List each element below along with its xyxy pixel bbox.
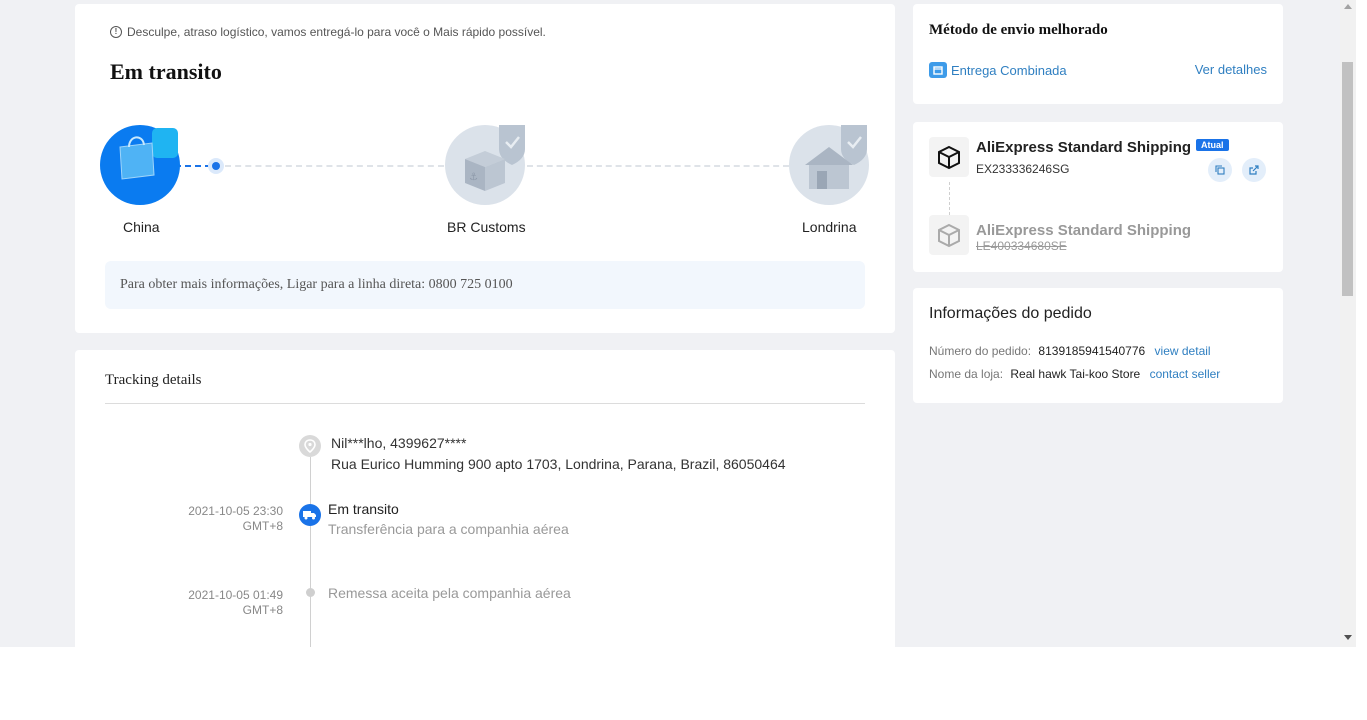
route-node-customs: ⚓	[445, 125, 525, 205]
store-label: Nome da loja:	[929, 367, 1004, 381]
svg-text:⚓: ⚓	[469, 172, 478, 183]
scrollbar-thumb[interactable]	[1342, 62, 1353, 296]
package-icon	[929, 137, 969, 177]
external-link-icon	[1249, 165, 1259, 175]
delay-notice-text: Desculpe, atraso logístico, vamos entreg…	[127, 25, 546, 39]
see-details-link[interactable]: Ver detalhes	[1195, 62, 1267, 77]
order-info-title: Informações do pedido	[929, 305, 1092, 322]
location-pin-icon	[299, 435, 321, 457]
event-date: 2021-10-05 01:49	[188, 588, 283, 602]
shipping-methods-card: AliExpress Standard Shipping Atual EX233…	[913, 122, 1283, 272]
connector-line	[949, 182, 950, 215]
divider	[105, 403, 865, 404]
timeline-line	[310, 526, 311, 647]
status-title: Em transito	[110, 59, 222, 84]
progress-marker	[208, 158, 224, 174]
shipment-status-card: ! Desculpe, atraso logístico, vamos entr…	[75, 4, 895, 333]
info-icon: !	[110, 26, 122, 38]
page-viewport: ! Desculpe, atraso logístico, vamos entr…	[0, 0, 1340, 647]
shipping-method-name: AliExpress Standard Shipping	[976, 139, 1192, 156]
event-time: 2021-10-05 01:49 GMT+8	[170, 588, 283, 618]
event-time: 2021-10-05 23:30 GMT+8	[170, 504, 283, 534]
timeline-line	[310, 457, 311, 504]
current-badge: Atual	[1196, 139, 1229, 151]
vertical-scrollbar[interactable]	[1340, 0, 1356, 647]
improved-shipping-title: Método de envio melhorado	[929, 22, 1108, 38]
event-date: 2021-10-05 23:30	[188, 504, 283, 518]
event-title: Em transito	[328, 501, 399, 517]
improved-shipping-card: Método de envio melhorado Entrega Combin…	[913, 4, 1283, 104]
customs-package-icon: ⚓	[465, 125, 525, 191]
event-dot	[306, 588, 315, 597]
combined-delivery: Entrega Combinada	[929, 62, 1067, 78]
truck-icon	[299, 504, 321, 526]
route-label-origin: China	[123, 219, 160, 235]
tracking-number: EX233336246SG	[976, 162, 1070, 176]
recipient-address: Rua Eurico Humming 900 apto 1703, Londri…	[331, 456, 786, 472]
view-detail-link[interactable]: view detail	[1155, 344, 1211, 358]
contact-seller-link[interactable]: contact seller	[1150, 367, 1221, 381]
scroll-up-icon[interactable]	[1344, 4, 1352, 9]
route-progress-line	[175, 165, 211, 167]
tracking-number: LE400334680SE	[976, 239, 1067, 253]
route-line-2	[527, 165, 789, 167]
order-number-value: 8139185941540776	[1038, 344, 1146, 358]
copy-button[interactable]	[1208, 158, 1232, 182]
store-name: Real hawk Tai-koo Store	[1010, 367, 1141, 381]
delay-notice: ! Desculpe, atraso logístico, vamos entr…	[110, 25, 546, 39]
tracking-heading: Tracking details	[105, 372, 202, 388]
shopping-bag-icon	[119, 128, 178, 180]
combined-delivery-label: Entrega Combinada	[951, 62, 1067, 78]
shipping-method-name: AliExpress Standard Shipping	[976, 222, 1192, 239]
house-icon	[805, 125, 867, 189]
route-label-destination: Londrina	[802, 219, 857, 235]
route-node-destination	[789, 125, 869, 205]
combined-delivery-icon	[929, 62, 947, 78]
event-description: Remessa aceita pela companhia aérea	[328, 585, 571, 601]
route-label-customs: BR Customs	[447, 219, 526, 235]
store-row: Nome da loja: Real hawk Tai-koo Store co…	[929, 367, 1220, 381]
scroll-down-icon[interactable]	[1344, 635, 1352, 640]
hotline-info: Para obter mais informações, Ligar para …	[105, 261, 865, 309]
open-link-button[interactable]	[1242, 158, 1266, 182]
order-number-row: Número do pedido: 8139185941540776 view …	[929, 344, 1211, 358]
recipient-name-phone: Nil***lho, 4399627****	[331, 435, 467, 451]
route-node-origin	[100, 125, 180, 205]
tracking-details-card: Tracking details Nil***lho, 4399627**** …	[75, 350, 895, 647]
event-description: Transferência para a companhia aérea	[328, 521, 569, 537]
hotline-text: Para obter mais informações, Ligar para …	[120, 277, 513, 292]
order-number-label: Número do pedido:	[929, 344, 1032, 358]
event-timezone: GMT+8	[242, 519, 283, 533]
order-info-card: Informações do pedido Número do pedido: …	[913, 288, 1283, 403]
event-timezone: GMT+8	[242, 603, 283, 617]
copy-icon	[1215, 165, 1225, 175]
package-icon	[929, 215, 969, 255]
